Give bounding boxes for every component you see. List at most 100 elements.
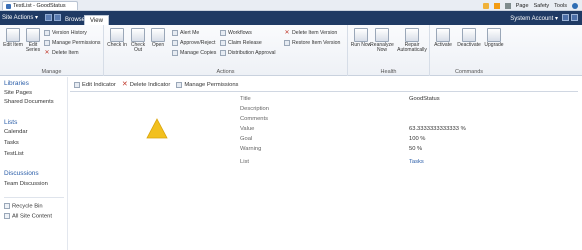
activate-icon	[436, 28, 450, 42]
feeds-icon[interactable]	[493, 2, 500, 9]
print-icon[interactable]	[504, 2, 511, 9]
edit-item-icon	[6, 28, 20, 42]
browser-bar: TestList - GoodStatus Page Safety Tools	[0, 0, 582, 11]
delete-icon: ✕	[121, 81, 128, 88]
open-icon	[151, 28, 165, 42]
browser-tab[interactable]: TestList - GoodStatus	[2, 1, 78, 10]
edit-icon	[74, 82, 80, 88]
recycle-bin-icon	[4, 203, 10, 209]
approve-reject-button[interactable]: Approve/Reject	[172, 39, 215, 47]
list-link[interactable]: Tasks	[409, 159, 424, 165]
delete-item-version-button[interactable]: ✕ Delete Item Version	[284, 29, 337, 37]
nav-heading-discussions[interactable]: Discussions	[4, 170, 39, 177]
tools-menu[interactable]: Tools	[554, 3, 567, 9]
run-now-button[interactable]: Run Now	[350, 28, 372, 48]
help-icon[interactable]	[572, 2, 578, 9]
restore-item-version-button[interactable]: Restore Item Version	[284, 39, 340, 47]
site-actions-menu[interactable]: Site Actions ▾	[2, 14, 38, 21]
check-out-button[interactable]: Check Out	[127, 28, 149, 54]
nav-item-recycle-bin[interactable]: Recycle Bin	[4, 203, 43, 210]
version-history-icon	[44, 30, 50, 36]
distribution-icon	[220, 50, 226, 56]
item-toolbar: Edit Indicator ✕ Delete Indicator Manage…	[74, 80, 238, 90]
edit-item-button[interactable]: Edit Item	[2, 28, 24, 48]
site-content-icon	[4, 213, 10, 219]
manage-copies-button[interactable]: Manage Copies	[172, 49, 216, 57]
page-favicon-icon	[6, 3, 11, 9]
nav-divider	[4, 197, 64, 198]
nav-item-tasks[interactable]: Tasks	[4, 140, 19, 146]
manage-group: Edit Item Edit Series Version History Ma…	[0, 25, 104, 76]
nav-item-team-discussion[interactable]: Team Discussion	[4, 181, 48, 187]
upgrade-button[interactable]: Upgrade	[482, 28, 506, 48]
page-menu[interactable]: Page	[516, 3, 529, 9]
permissions-icon	[176, 82, 183, 88]
browser-menu: Page Safety Tools	[482, 1, 578, 10]
repair-automatically-button[interactable]: Repair Automatically	[396, 28, 428, 54]
manage-permissions-button[interactable]: Manage Permissions	[44, 39, 100, 47]
field-title: Title GoodStatus	[240, 96, 440, 102]
repair-icon	[405, 28, 419, 42]
field-value: Value 63.3333333333333 %	[240, 126, 466, 132]
user-icons	[562, 14, 578, 21]
notes-icon[interactable]	[571, 14, 578, 21]
browser-tab-title: TestList - GoodStatus	[13, 3, 66, 9]
left-navigation: Libraries Site Pages Shared Documents Li…	[0, 77, 68, 250]
safety-menu[interactable]: Safety	[534, 3, 550, 9]
field-comments: Comments	[240, 116, 269, 122]
restore-icon	[284, 40, 290, 46]
claim-release-button[interactable]: Claim Release	[220, 39, 262, 47]
claim-release-icon	[220, 40, 226, 46]
copies-icon	[172, 50, 178, 56]
field-goal: Goal 100 %	[240, 136, 426, 142]
permissions-icon	[44, 40, 50, 46]
manage-permissions-link[interactable]: Manage Permissions	[176, 82, 238, 88]
nav-item-shared-documents[interactable]: Shared Documents	[4, 99, 54, 105]
health-group: Run Now Reanalyze Now Repair Automatical…	[348, 25, 430, 76]
nav-heading-lists[interactable]: Lists	[4, 119, 17, 126]
delete-indicator-button[interactable]: ✕ Delete Indicator	[121, 81, 170, 88]
nav-item-testlist[interactable]: TestList	[4, 151, 24, 157]
version-history-button[interactable]: Version History	[44, 29, 87, 37]
delete-item-button[interactable]: ✕ Delete Item	[44, 49, 78, 57]
toolbar-divider	[70, 91, 578, 92]
home-icon[interactable]	[482, 2, 489, 9]
ribbon: Edit Item Edit Series Version History Ma…	[0, 25, 582, 76]
nav-item-all-site-content[interactable]: All Site Content	[4, 213, 52, 220]
reanalyze-icon	[375, 28, 389, 42]
workflows-button[interactable]: Workflows	[220, 29, 252, 37]
distribution-approval-button[interactable]: Distribution Approval	[220, 49, 276, 57]
check-in-button[interactable]: Check In	[106, 28, 128, 48]
deactivate-button[interactable]: Deactivate	[456, 28, 482, 48]
user-menu[interactable]: System Account ▾	[510, 15, 558, 22]
run-icon	[354, 28, 368, 42]
nav-item-calendar[interactable]: Calendar	[4, 129, 28, 135]
field-description: Description	[240, 106, 269, 112]
nav-item-site-pages[interactable]: Site Pages	[4, 90, 32, 96]
edit-indicator-button[interactable]: Edit Indicator	[74, 82, 116, 88]
edit-series-button[interactable]: Edit Series	[22, 28, 44, 54]
delete-version-icon: ✕	[284, 30, 290, 36]
upgrade-icon	[487, 28, 501, 42]
field-warning: Warning 50 %	[240, 146, 423, 152]
delete-icon: ✕	[44, 50, 50, 56]
tab-view[interactable]: View	[84, 15, 109, 25]
alert-me-button[interactable]: Alert Me	[172, 29, 199, 37]
manage-group-label: Manage	[41, 69, 62, 75]
nav-heading-libraries[interactable]: Libraries	[4, 80, 29, 87]
deactivate-icon	[462, 28, 476, 42]
navigation-icons	[45, 14, 61, 21]
social-icon[interactable]	[562, 14, 569, 21]
edit-series-icon	[26, 28, 40, 42]
reanalyze-now-button[interactable]: Reanalyze Now	[370, 28, 394, 54]
activate-button[interactable]: Activate	[432, 28, 454, 48]
actions-group: Check In Check Out Open Alert Me Approve…	[104, 25, 348, 76]
check-in-icon	[110, 28, 124, 42]
health-group-label: Health	[380, 69, 397, 75]
value-value: 63.3333333333333 %	[409, 126, 466, 132]
alert-icon	[172, 30, 178, 36]
navigate-up-icon[interactable]	[45, 14, 52, 21]
open-button[interactable]: Open	[147, 28, 169, 48]
actions-group-label: Actions	[216, 69, 235, 75]
commands-group-label: Commands	[454, 69, 484, 75]
